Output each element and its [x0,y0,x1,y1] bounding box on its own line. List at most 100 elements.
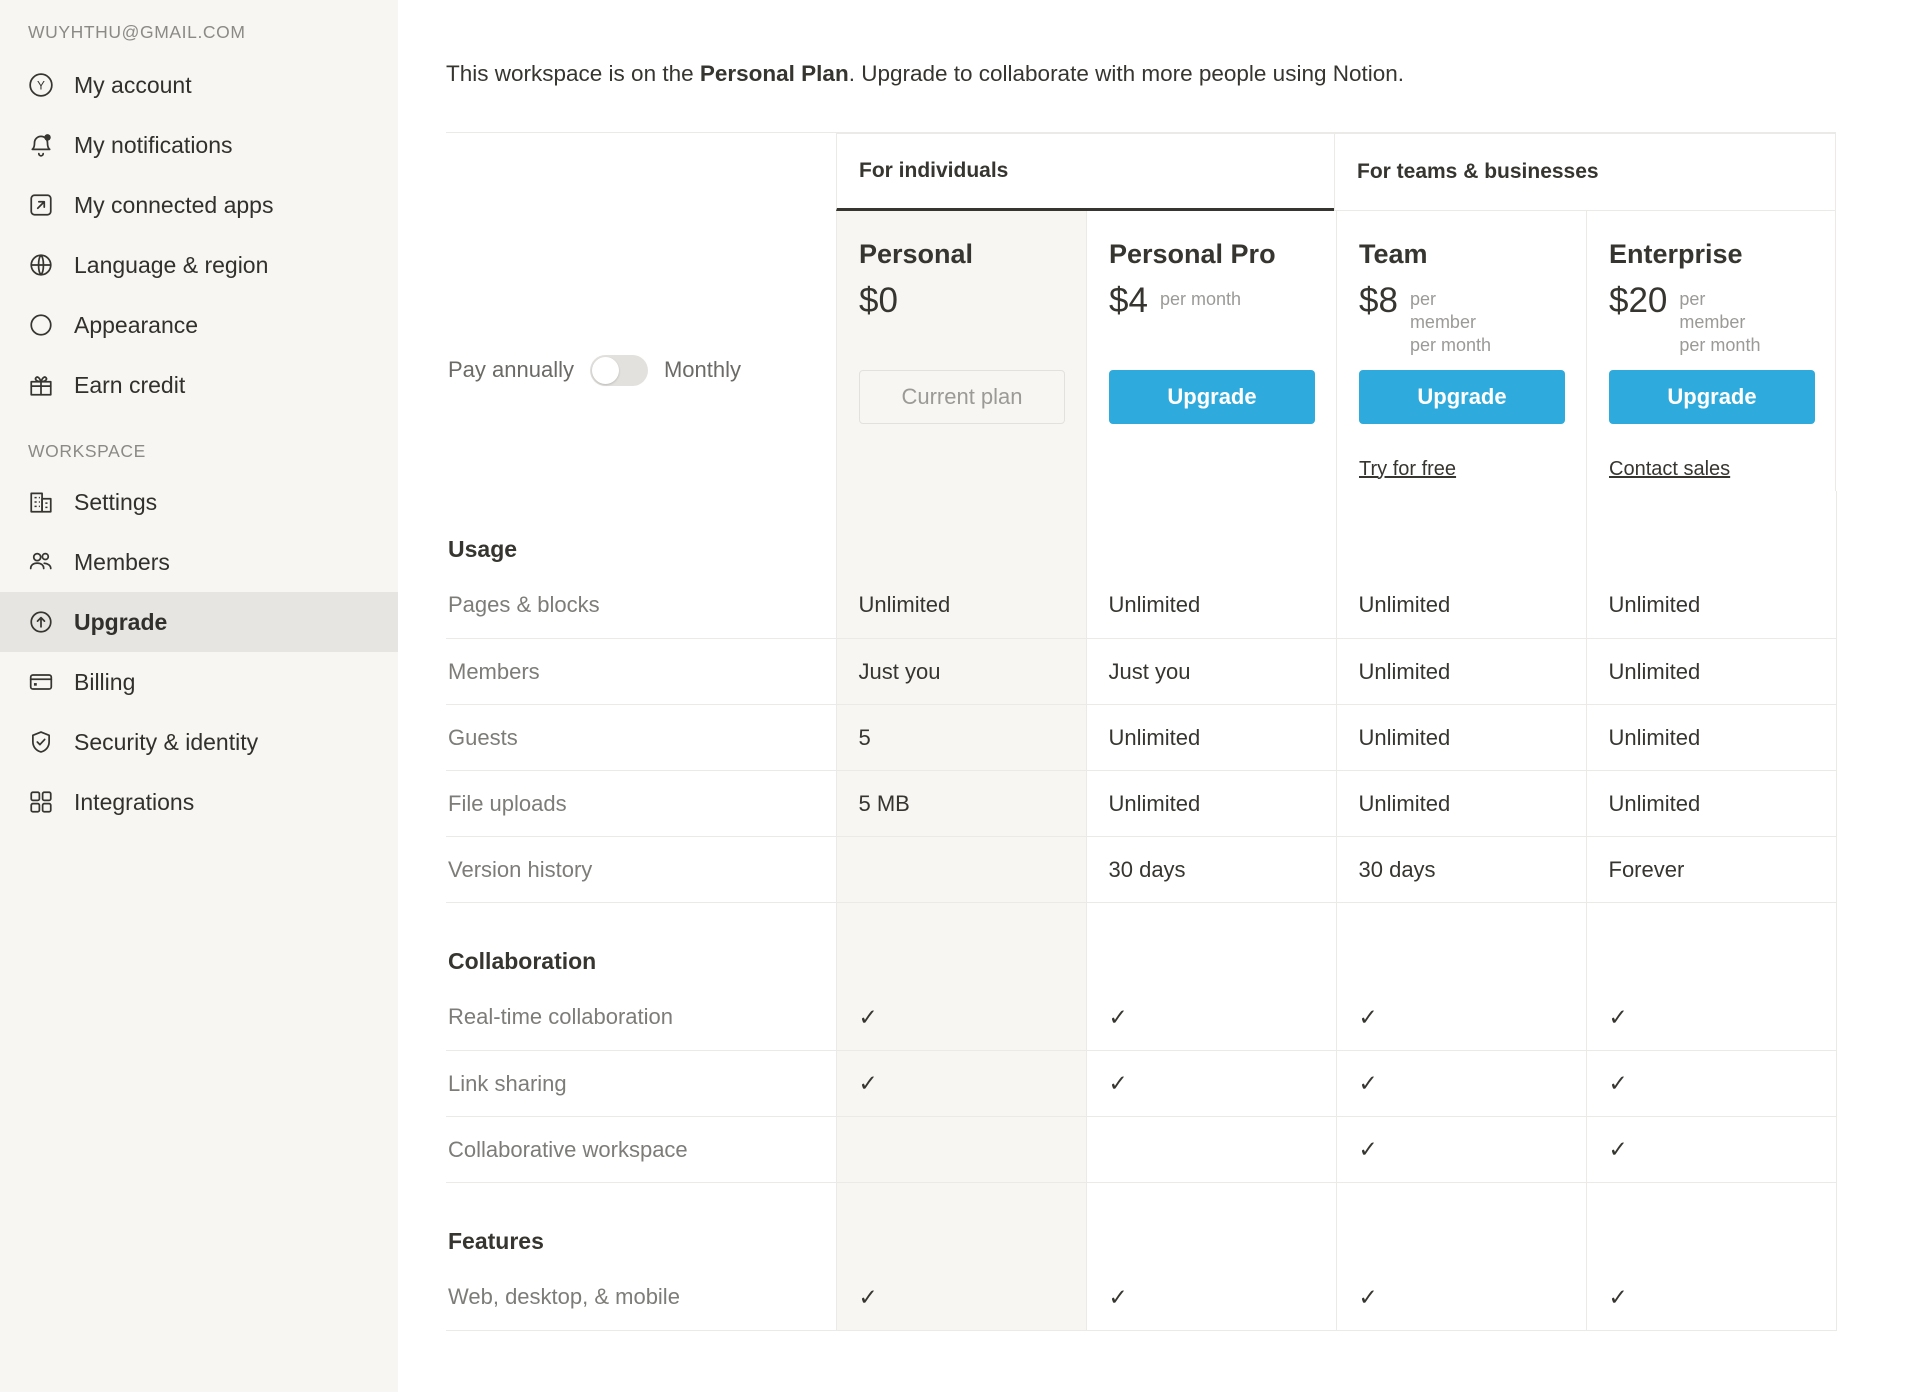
feature-value-cell: ✓ [1335,1050,1586,1117]
building-icon [26,487,56,517]
feature-value-cell: 30 days [1335,836,1586,903]
feature-value-cell: Unlimited [1585,704,1837,771]
feature-value-cell: Unlimited [1085,770,1336,837]
sidebar-item-members[interactable]: Members [0,532,398,592]
settings-sidebar: WUYHTHU@GMAIL.COM Y My account My notifica… [0,0,398,1392]
table-group-spacer-cell [1335,902,1586,985]
check-icon: ✓ [1608,1070,1628,1096]
feature-label: Collaborative workspace [446,1116,836,1183]
external-link-icon [26,190,56,220]
feature-label: Pages & blocks [446,572,836,639]
sidebar-item-upgrade[interactable]: Upgrade [0,592,398,652]
table-group-spacer-cell [835,1182,1086,1265]
svg-text:Y: Y [37,78,45,92]
sidebar-item-label: Billing [74,668,136,695]
sidebar-item-label: My account [74,71,192,98]
plan-price: $0 [859,280,898,320]
grid-icon [26,787,56,817]
sidebar-item-my-connected-apps[interactable]: My connected apps [0,175,398,235]
feature-value-cell: ✓ [1585,984,1837,1051]
plan-price-period: per member per month [1409,288,1491,355]
plan-price: $4 [1109,280,1148,320]
table-row: Real-time collaboration ✓ ✓ ✓ ✓ [446,984,1837,1051]
sidebar-item-my-account[interactable]: Y My account [0,55,398,115]
account-nav-list: Y My account My notifications My connected … [0,55,398,415]
sidebar-item-label: My notifications [74,131,233,158]
banner-suffix: . Upgrade to collaborate with more peopl… [848,61,1405,86]
table-group-spacer-cell [1085,902,1336,985]
sidebar-item-label: Settings [74,488,158,515]
table-group-row: Usage [446,490,1837,573]
check-icon: ✓ [1108,1070,1128,1096]
audience-tab-individuals[interactable]: For individuals [836,132,1334,211]
plan-card-team: Team $8 per member per month Upgrade Try for f… [1336,210,1586,491]
check-icon: ✓ [1608,1136,1628,1162]
plan-price: $20 [1609,280,1668,320]
check-icon: ✓ [1358,1136,1378,1162]
sidebar-item-integrations[interactable]: Integrations [0,772,398,832]
banner-plan-name: Personal Plan [699,61,849,86]
check-icon: ✓ [1358,1003,1378,1030]
workspace-nav-list: Settings Members Upgrade Billing Security & … [0,472,398,832]
table-group-row: Collaboration [446,902,1837,985]
plan-cta-group: Upgrade Contact sales [1609,369,1815,481]
workspace-section-label: WORKSPACE [28,441,146,461]
banner-prefix: This workspace is on the [446,61,700,86]
feature-value-cell: 5 [835,704,1086,771]
feature-value-cell: ✓ [1585,1116,1837,1183]
plan-price-period: per member per month [1679,288,1761,355]
sidebar-item-language-region[interactable]: Language & region [0,235,398,295]
feature-value-cell: Just you [1085,638,1336,705]
globe-icon [26,250,56,280]
table-group-spacer-cell [1585,902,1837,985]
billing-period-switch[interactable] [589,354,648,386]
avatar-y-icon: Y [26,70,56,100]
plan-name: Personal [859,238,974,269]
feature-label: Link sharing [446,1050,836,1117]
gift-icon [26,370,56,400]
check-icon: ✓ [858,1003,878,1030]
sidebar-item-label: My connected apps [74,191,274,218]
settings-page: WUYHTHU@GMAIL.COM Y My account My notifica… [0,0,1920,1392]
sidebar-item-settings[interactable]: Settings [0,472,398,532]
check-icon: ✓ [1108,1283,1128,1310]
try-for-free-link[interactable]: Try for free [1359,458,1456,481]
table-group-spacer-cell [1335,1182,1586,1265]
table-group-title: Collaboration [448,947,597,974]
feature-value-cell: 5 MB [835,770,1086,837]
check-icon: ✓ [858,1070,878,1096]
check-icon: ✓ [1358,1070,1378,1096]
feature-value-cell: ✓ [1335,984,1586,1051]
table-row: Collaborative workspace ✓ ✓ [446,1116,1837,1183]
sidebar-item-billing[interactable]: Billing [0,652,398,712]
plan-name: Enterprise [1609,238,1743,269]
feature-value-cell: Unlimited [1335,572,1586,639]
check-icon: ✓ [1358,1283,1378,1310]
feature-value-cell: ✓ [1085,1264,1336,1331]
plan-comparison-table: Usage Pages & blocks Unlimited Unlimited Unl… [446,490,1837,1331]
feature-label: Web, desktop, & mobile [446,1264,836,1331]
monthly-label: Monthly [663,357,742,382]
upgrade-button[interactable]: Upgrade [1359,369,1565,424]
upgrade-button[interactable]: Upgrade [1609,369,1815,424]
feature-value-cell: Unlimited [835,572,1086,639]
feature-value-cell [835,1116,1086,1183]
contact-sales-link[interactable]: Contact sales [1609,458,1730,481]
pay-annually-label: Pay annually [448,357,574,382]
feature-label: File uploads [446,770,836,837]
table-group-spacer-cell [1085,490,1336,573]
upgrade-button[interactable]: Upgrade [1109,369,1315,424]
table-row: Web, desktop, & mobile ✓ ✓ ✓ ✓ [446,1264,1837,1331]
arrow-up-circle-icon [26,607,56,637]
check-icon: ✓ [1608,1283,1628,1310]
sidebar-item-my-notifications[interactable]: My notifications [0,115,398,175]
plan-name: Personal Pro [1109,238,1276,269]
plan-price-period: per month [1159,288,1241,309]
sidebar-item-security-identity[interactable]: Security & identity [0,712,398,772]
plan-card-enterprise: Enterprise $20 per member per month Upgrade Co… [1586,210,1836,491]
audience-tab-teams[interactable]: For teams & businesses [1334,132,1836,211]
feature-value-cell: Unlimited [1585,638,1837,705]
feature-value-cell: Unlimited [1335,770,1586,837]
sidebar-item-earn-credit[interactable]: Earn credit [0,355,398,415]
sidebar-item-appearance[interactable]: Appearance [0,295,398,355]
